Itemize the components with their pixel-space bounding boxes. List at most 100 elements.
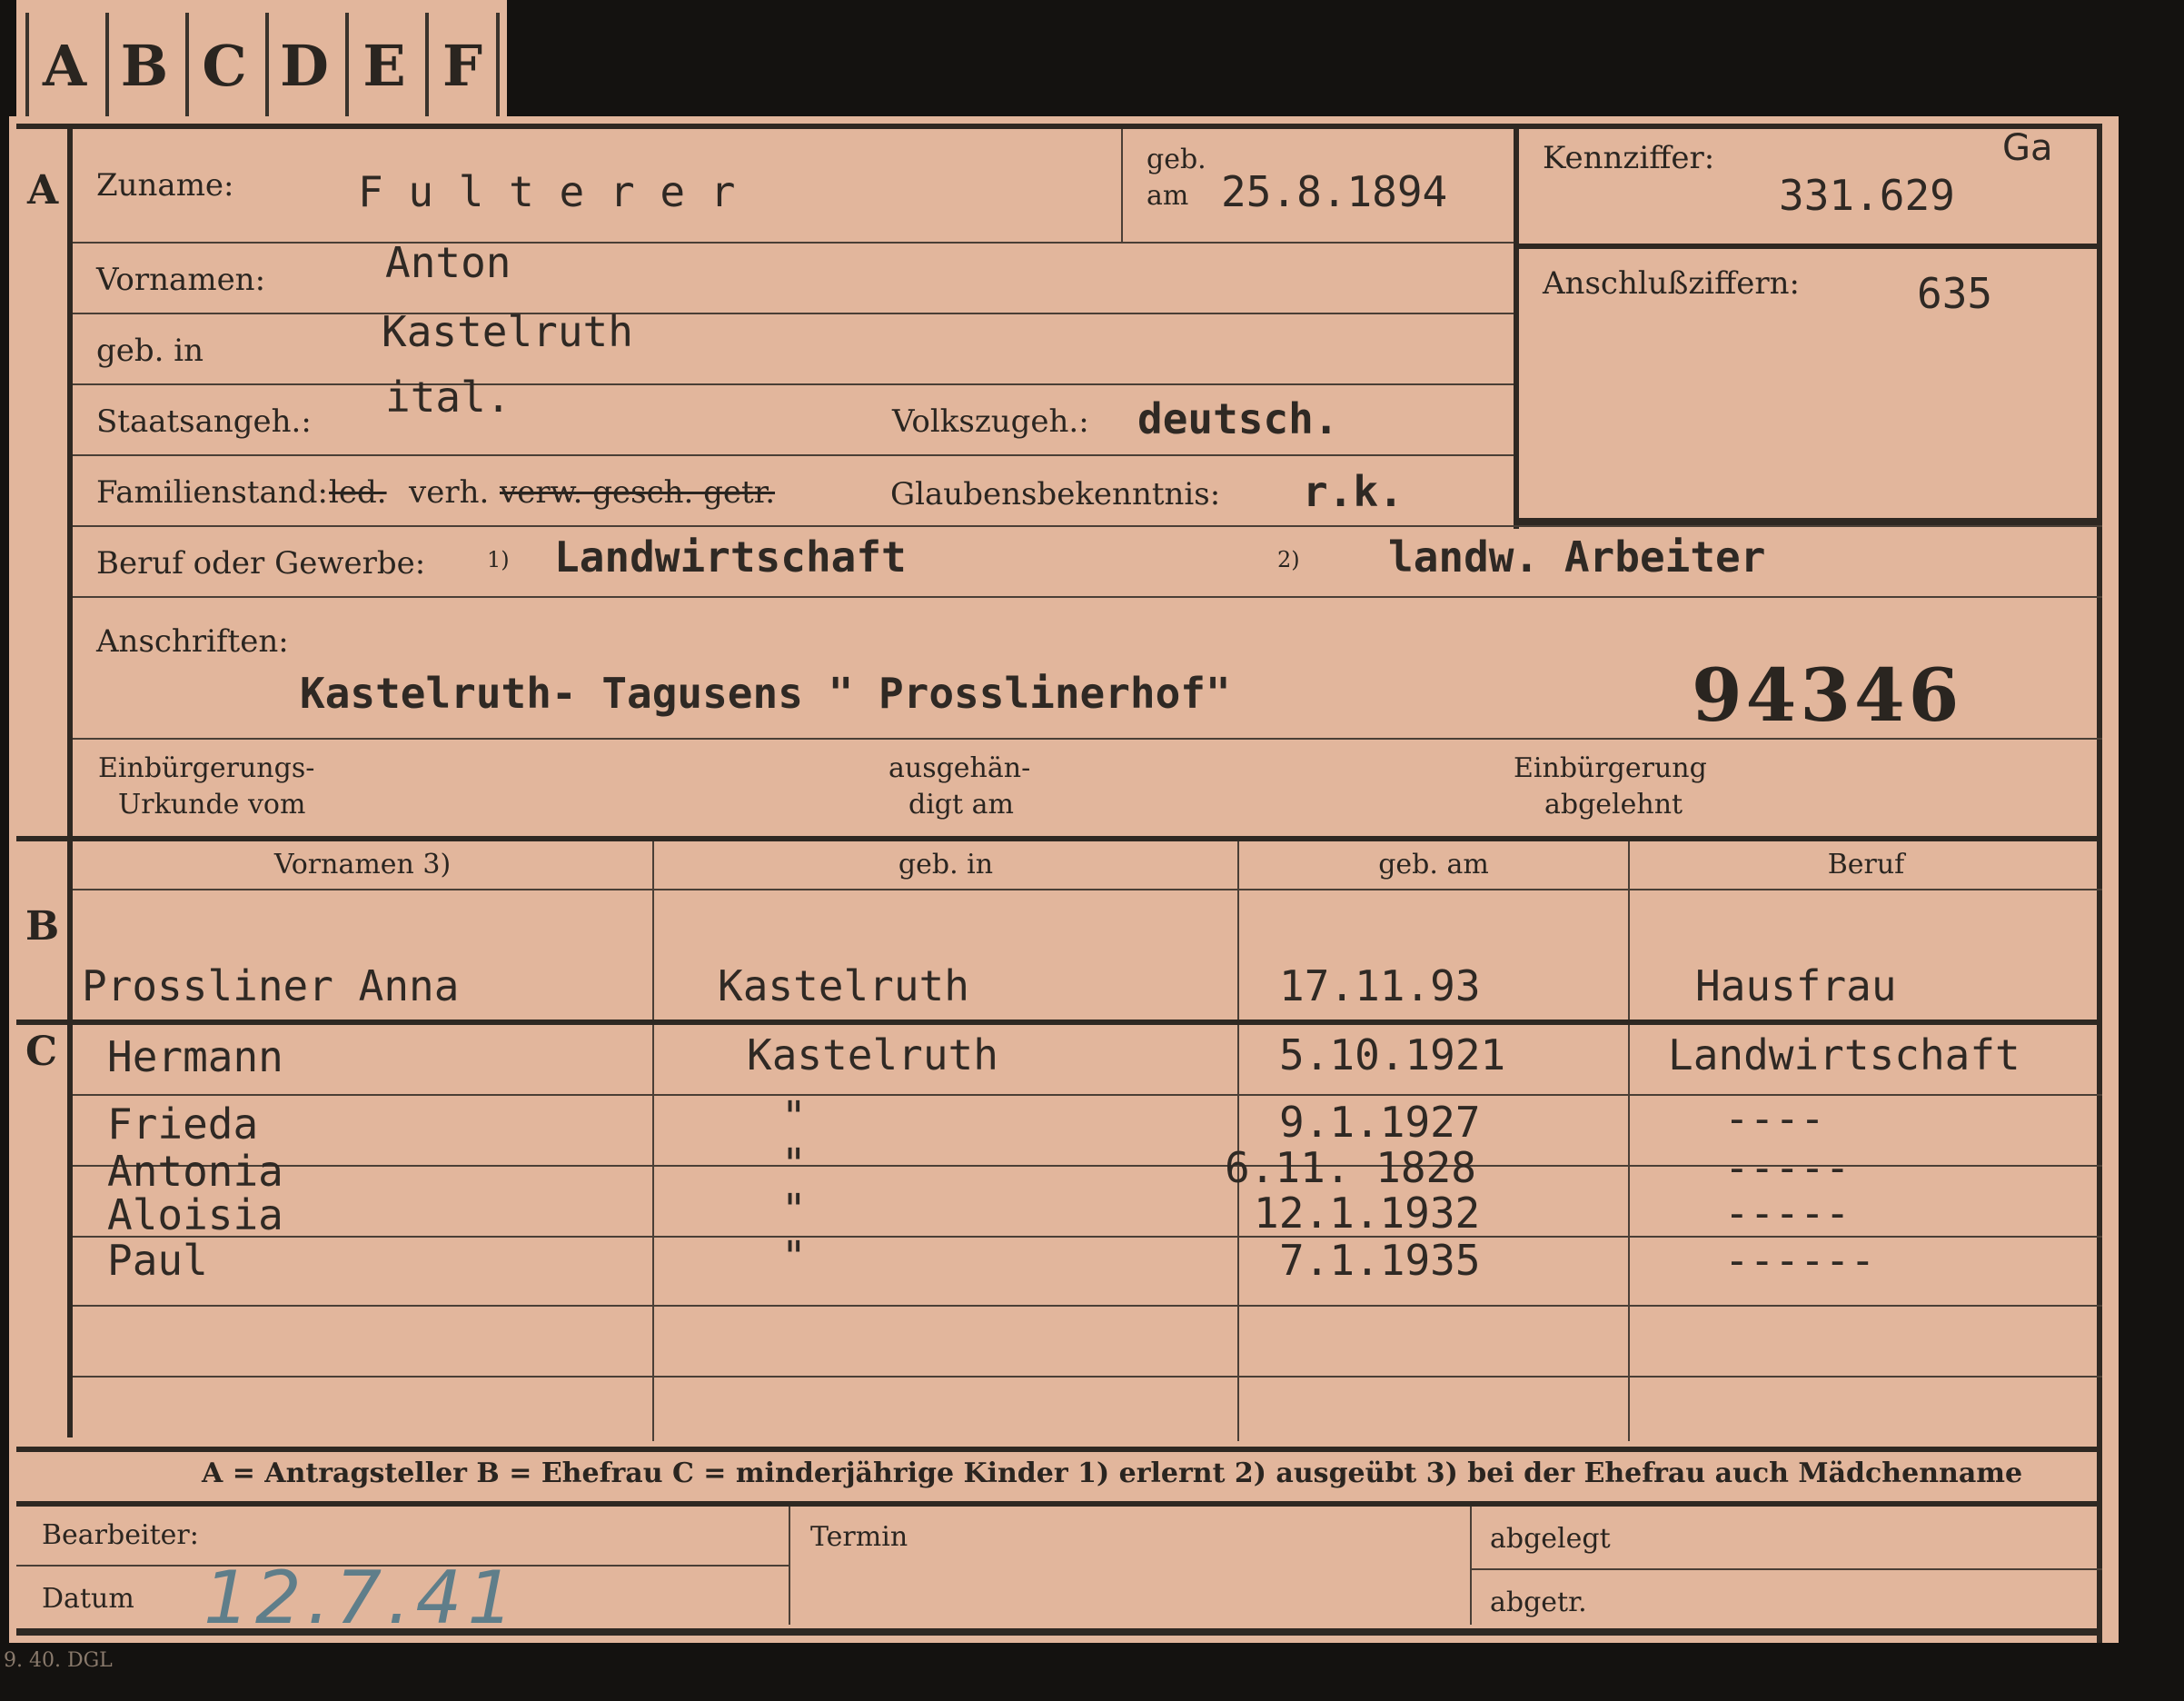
kennziffer-value: 331.629 [1779,171,1955,220]
geb-label-2: am [1147,180,1189,212]
anschriften-value: Kastelruth- Tagusens " Prosslinerhof" [300,669,1231,718]
section-c-bottom [16,1447,2102,1452]
col-header-geb-am: geb. am [1378,849,1489,880]
row-line [73,242,1514,244]
section-a-bottom [16,836,2102,841]
einb-urkunde-2: Urkunde vom [118,789,306,821]
volkszugeh-label: Volkszugeh.: [892,403,1089,440]
vornamen-label: Vornamen: [96,262,266,298]
anschriften-label: Anschriften: [96,623,289,660]
spouse-birthdate: 17.11.93 [1279,961,1481,1010]
row-line [73,454,1514,456]
frame-top [16,124,2102,129]
glaubens-label: Glaubensbekenntnis: [890,476,1221,512]
print-code: 9. 40. DGL [4,1649,113,1672]
abgelegt-label: abgelegt [1490,1523,1611,1555]
row-line [73,596,2102,598]
section-c-marker: C [25,1029,58,1075]
footer-col-line [1470,1507,1472,1625]
row-line [73,738,2102,740]
geb-in-label: geb. in [96,333,204,369]
kennziffer-box-left [1514,129,1519,529]
tab-d: D [265,13,340,120]
row-line [73,1376,2102,1378]
child-birthdate: 7.1.1935 [1279,1236,1481,1285]
index-tabs: A B C D E F [16,0,507,120]
zuname-label: Zuname: [96,167,234,204]
datum-label: Datum [42,1583,134,1615]
child-occupation: ----- [1724,1143,1851,1192]
child-occupation: ------ [1724,1236,1876,1285]
child-birthplace: " [781,1185,807,1234]
footer-row-line [1470,1568,2102,1570]
kennziffer-suffix: Ga [2002,127,2053,169]
child-occupation: Landwirtschaft [1668,1030,2020,1079]
row-line [73,1305,2102,1307]
row-line [73,383,1514,385]
legend-bottom [16,1501,2102,1507]
child-name: Hermann [107,1032,283,1081]
familienstand-label: Familienstand: [96,474,328,511]
staatsangeh-label: Staatsangeh.: [96,403,312,440]
footer-col-line [789,1507,790,1625]
spouse-name: Prossliner Anna [82,961,460,1010]
col-header-beruf: Beruf [1827,849,1905,880]
row-line [73,525,2102,527]
anschluss-value: 635 [1917,269,1993,318]
familienstand-value: verh. [409,474,490,511]
child-birthplace: " [781,1232,807,1281]
familienstand-struck-1: led. [329,474,387,511]
termin-label: Termin [810,1521,908,1553]
col-line [652,841,654,1441]
section-a-marker: A [27,167,59,214]
col-header-geb-in: geb. in [898,849,994,880]
frame-right [2097,124,2102,1643]
section-b-bottom [16,1020,2102,1025]
child-birthdate: 6.11. 1828 [1225,1143,1476,1192]
beruf-footnote-1: 1) [487,547,510,572]
beruf-footnote-2: 2) [1277,547,1300,572]
col-line [1628,841,1630,1441]
legend: A = Antragsteller B = Ehefrau C = minder… [202,1457,2023,1489]
abgetr-label: abgetr. [1490,1587,1587,1618]
tab-c: C [185,13,260,120]
ausgehaendigt-2: digt am [908,789,1014,821]
bearbeiter-label: Bearbeiter: [42,1519,199,1551]
child-birthplace: Kastelruth [747,1030,998,1079]
child-name: Aloisia [107,1190,283,1239]
child-birthplace: " [781,1139,807,1189]
spouse-occupation: Hausfrau [1695,961,1897,1010]
kennziffer-label: Kennziffer: [1543,140,1715,176]
child-birthdate: 5.10.1921 [1279,1030,1506,1079]
glaubens-value: r.k. [1303,467,1404,516]
familienstand-struck-2: verw. gesch. getr. [500,474,776,511]
child-name: Paul [107,1236,208,1285]
section-b-marker: B [25,903,60,950]
einb-urkunde-1: Einbürgerungs- [98,752,315,784]
tab-f: F [425,13,500,120]
geb-label-1: geb. [1147,144,1206,175]
anschluss-label: Anschlußziffern: [1543,265,1800,302]
child-birthdate: 9.1.1927 [1279,1098,1481,1147]
child-birthdate: 12.1.1932 [1254,1189,1481,1238]
kennziffer-divider [1514,244,2102,249]
col-header-vornamen: Vornamen 3) [273,849,452,880]
row-line [73,889,2102,890]
einb-abgelehnt-1: Einbürgerung [1514,752,1707,784]
vornamen-value: Anton [385,238,511,287]
beruf-value-2: landw. Arbeiter [1388,532,1766,582]
stamp-number: 94346 [1692,652,1963,738]
einb-abgelehnt-2: abgelehnt [1544,789,1683,821]
child-occupation: ---- [1724,1094,1825,1143]
child-occupation: ----- [1724,1189,1851,1238]
ausgehaendigt-1: ausgehän- [888,752,1031,784]
child-name: Frieda [107,1099,259,1149]
frame-left [67,124,73,1437]
geb-am-value: 25.8.1894 [1221,167,1448,216]
col-line [1237,841,1239,1441]
geb-in-value: Kastelruth [382,307,633,356]
beruf-label: Beruf oder Gewerbe: [96,545,426,582]
child-birthplace: " [781,1092,807,1141]
row-line [73,313,1514,314]
tab-b: B [105,13,180,120]
